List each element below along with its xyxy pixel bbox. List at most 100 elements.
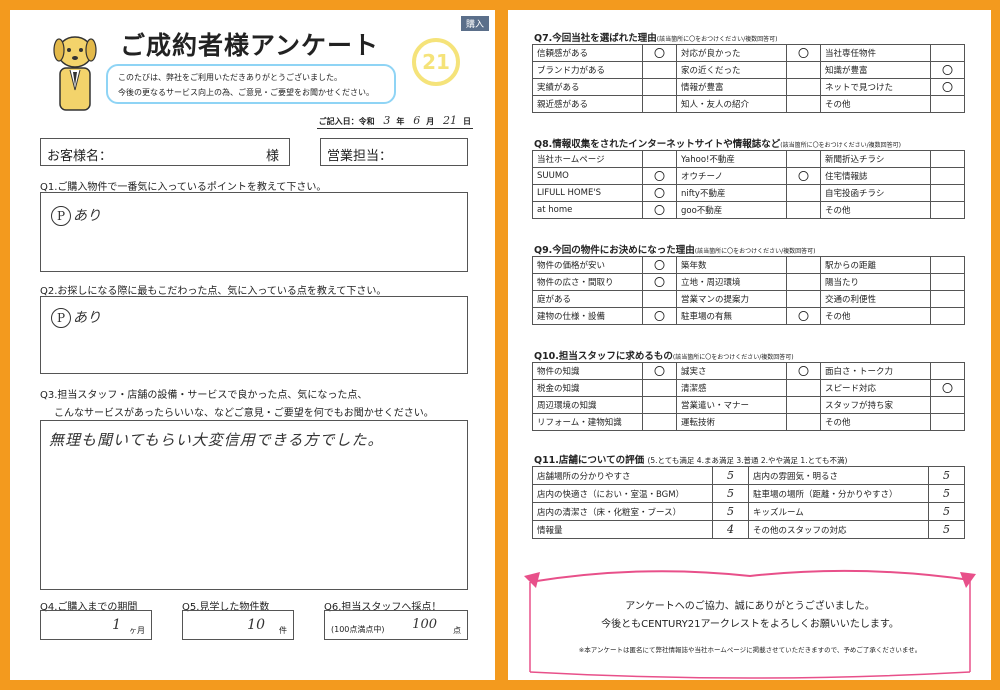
q7-option-mark[interactable]: 〇 — [930, 61, 965, 79]
q11-option-mark[interactable]: 5 — [928, 466, 965, 485]
q7-option-mark[interactable]: 〇 — [786, 44, 821, 62]
q9-option-mark[interactable] — [642, 290, 677, 308]
q4-unit: ヶ月 — [129, 626, 145, 635]
q1-answer-box[interactable]: P あり — [40, 192, 468, 272]
q10-option-mark[interactable] — [930, 396, 965, 414]
q9-option-mark[interactable]: 〇 — [642, 307, 677, 325]
q8-label-text: Q8.情報収集をされたインターネットサイトや情報誌など — [534, 139, 781, 150]
q8-option-label: 住宅情報誌 — [820, 167, 931, 185]
q9-option-mark[interactable]: 〇 — [642, 256, 677, 274]
q8-row: 当社ホームページ Yahoo!不動産 新聞折込チラシ — [532, 150, 965, 168]
q8-option-mark[interactable]: 〇 — [642, 167, 677, 185]
q9-option-label: 物件の価格が安い — [532, 256, 643, 274]
q7-option-mark[interactable] — [786, 78, 821, 96]
q7-option-mark[interactable] — [786, 61, 821, 79]
q7-option-label: その他 — [820, 95, 931, 113]
q6-answer-box[interactable]: (100点満点中) 100 点 — [324, 610, 468, 640]
q7-label: Q7.今回当社を選ばれた理由(該当箇所に〇をおつけください/複数回答可) — [534, 30, 778, 44]
q10-row: 税金の知識 清潔感 スピード対応〇 — [532, 379, 965, 397]
q11-label: Q11.店舗についての評価 (5.とても満足 4.まあ満足 3.普通 2.やや満… — [534, 452, 847, 466]
q5-answer-box[interactable]: 10 件 — [182, 610, 294, 640]
q10-option-mark[interactable] — [786, 396, 821, 414]
q11-option-mark[interactable]: 5 — [712, 484, 749, 503]
q9-option-mark[interactable] — [930, 273, 965, 291]
q8-option-mark[interactable] — [786, 201, 821, 219]
q9-option-mark[interactable] — [786, 256, 821, 274]
q6-prefix: (100点満点中) — [331, 625, 385, 634]
q10-option-mark[interactable]: 〇 — [930, 379, 965, 397]
q9-option-mark[interactable]: 〇 — [642, 273, 677, 291]
q9-option-label: 交通の利便性 — [820, 290, 931, 308]
q10-option-mark[interactable] — [786, 413, 821, 431]
q8-option-mark[interactable] — [930, 201, 965, 219]
q8-option-mark[interactable]: 〇 — [642, 201, 677, 219]
q7-option-mark[interactable]: 〇 — [930, 78, 965, 96]
q10-option-mark[interactable] — [642, 413, 677, 431]
q7-option-mark[interactable]: 〇 — [642, 44, 677, 62]
q9-table: 物件の価格が安い〇築年数 駅からの距離 物件の広さ・間取り〇立地・周辺環境 陽当たり庭… — [532, 256, 965, 325]
q3-answer-box[interactable]: 無理も聞いてもらい大変信用できる方でした。 — [40, 420, 468, 590]
q8-option-mark[interactable] — [642, 150, 677, 168]
q7-option-mark[interactable] — [930, 44, 965, 62]
q11-option-mark[interactable]: 5 — [712, 466, 749, 485]
page-title: ご成約者様アンケート — [120, 31, 380, 60]
customer-name-field[interactable]: お客様名： 様 — [40, 138, 290, 166]
q10-option-mark[interactable] — [642, 396, 677, 414]
q10-option-label: 清潔感 — [676, 379, 787, 397]
q8-option-mark[interactable] — [786, 184, 821, 202]
q2-answer-text: あり — [73, 310, 101, 326]
q8-table: 当社ホームページ Yahoo!不動産 新聞折込チラシ SUUMO 〇オウチーノ〇住宅情報… — [532, 150, 965, 219]
q10-option-label: 周辺環境の知識 — [532, 396, 643, 414]
q8-option-mark[interactable] — [930, 167, 965, 185]
q9-option-mark[interactable] — [930, 256, 965, 274]
q1-answer: P あり — [51, 205, 101, 226]
q7-option-mark[interactable] — [930, 95, 965, 113]
sales-staff-field[interactable]: 営業担当： — [320, 138, 468, 166]
q10-option-mark[interactable] — [930, 413, 965, 431]
q11-option-mark[interactable]: 4 — [712, 520, 749, 539]
q11-option-mark[interactable]: 5 — [928, 520, 965, 539]
q9-option-mark[interactable] — [930, 307, 965, 325]
q10-option-mark[interactable] — [786, 379, 821, 397]
q10-option-label: 面白さ・トーク力 — [820, 362, 931, 380]
q9-option-label: 営業マンの提案力 — [676, 290, 787, 308]
q8-row: LIFULL HOME'S 〇 nifty不動産 自宅投函チラシ — [532, 184, 965, 202]
q8-option-label: 自宅投函チラシ — [820, 184, 931, 202]
q9-option-mark[interactable] — [930, 290, 965, 308]
q9-option-label: 庭がある — [532, 290, 643, 308]
q11-row: 店内の快適さ（におい・室温・BGM） 5 駐車場の場所（距離・分かりやすさ） 5 — [532, 484, 965, 503]
q10-label-text: Q10.担当スタッフに求めるもの — [534, 351, 673, 362]
q8-option-mark[interactable] — [786, 150, 821, 168]
q10-option-label: 運転技術 — [676, 413, 787, 431]
q10-option-mark[interactable]: 〇 — [786, 362, 821, 380]
q7-row: 信頼感がある〇対応が良かった〇当社専任物件 — [532, 44, 965, 62]
q8-option-mark[interactable]: 〇 — [642, 184, 677, 202]
q7-option-mark[interactable] — [642, 78, 677, 96]
q9-option-mark[interactable]: 〇 — [786, 307, 821, 325]
q8-option-label: goo不動産 — [676, 201, 787, 219]
q10-option-mark[interactable] — [930, 362, 965, 380]
q7-option-mark[interactable] — [642, 95, 677, 113]
q8-option-label: その他 — [820, 201, 931, 219]
q7-option-mark[interactable] — [642, 61, 677, 79]
q7-option-mark[interactable] — [786, 95, 821, 113]
q11-option-mark[interactable]: 5 — [928, 484, 965, 503]
q4-answer-box[interactable]: 1 ヶ月 — [40, 610, 152, 640]
q10-option-mark[interactable] — [642, 379, 677, 397]
q7-option-label: 情報が豊富 — [676, 78, 787, 96]
q9-option-mark[interactable] — [786, 290, 821, 308]
q10-option-mark[interactable]: 〇 — [642, 362, 677, 380]
date-day: 21 — [443, 114, 457, 127]
q8-option-mark[interactable] — [930, 184, 965, 202]
q8-option-label: SUUMO — [532, 167, 643, 185]
q11-option-mark[interactable]: 5 — [712, 502, 749, 521]
q9-option-mark[interactable] — [786, 273, 821, 291]
q8-option-label: 当社ホームページ — [532, 150, 643, 168]
q11-option-mark[interactable]: 5 — [928, 502, 965, 521]
q2-answer-box[interactable]: P あり — [40, 296, 468, 374]
q9-option-label: 駅からの距離 — [820, 256, 931, 274]
thanks-section: アンケートへのご協力、誠にありがとうございました。 今後ともCENTURY21ア… — [520, 562, 980, 680]
q8-option-mark[interactable] — [930, 150, 965, 168]
q8-option-mark[interactable]: 〇 — [786, 167, 821, 185]
q8-option-label: 新聞折込チラシ — [820, 150, 931, 168]
